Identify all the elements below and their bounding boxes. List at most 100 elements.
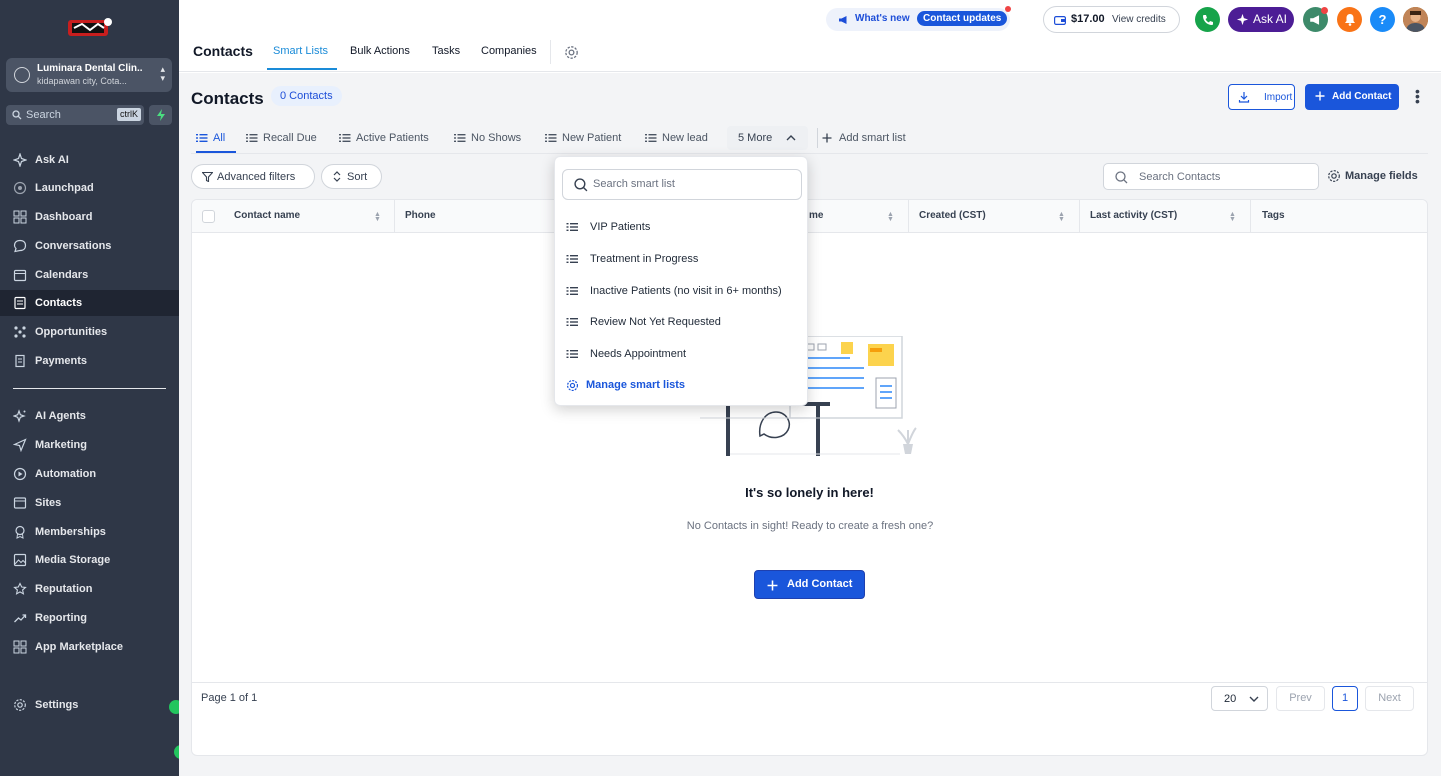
sidebar-item-sites[interactable]: Sites: [0, 490, 179, 516]
sidebar-item-label: Ask AI: [35, 154, 69, 166]
help-button[interactable]: ?: [1370, 7, 1395, 32]
page-number-button[interactable]: 1: [1332, 686, 1358, 711]
sort-icon[interactable]: ▲ ▼: [1229, 211, 1236, 223]
sidebar-item-marketing[interactable]: Marketing: [0, 432, 179, 458]
plus-icon: [1315, 91, 1325, 101]
chat-icon: [13, 239, 27, 253]
column-header-last-activity[interactable]: Last activity (CST): [1090, 210, 1177, 221]
whats-new-banner[interactable]: What's new Contact updates: [826, 6, 1011, 31]
tab-tasks[interactable]: Tasks: [432, 45, 460, 57]
sidebar-item-dashboard[interactable]: Dashboard: [0, 204, 179, 230]
user-avatar-icon: [1403, 7, 1428, 32]
dropdown-item-label: Inactive Patients (no visit in 6+ months…: [590, 285, 782, 297]
list-icon: [566, 255, 578, 263]
column-header-name[interactable]: me: [809, 210, 823, 221]
credits-button[interactable]: $17.00 View credits: [1043, 6, 1180, 33]
download-icon: [1238, 92, 1250, 103]
sidebar-item-launchpad[interactable]: Launchpad: [0, 175, 179, 201]
account-switcher[interactable]: Luminara Dental Clin... kidapawan city, …: [6, 58, 172, 92]
more-options-icon[interactable]: • • •: [1415, 84, 1420, 108]
prev-page-button[interactable]: Prev: [1276, 686, 1325, 711]
notification-dot: [1005, 6, 1011, 12]
sidebar-item-label: Reputation: [35, 583, 93, 595]
sidebar-item-calendars[interactable]: Calendars: [0, 262, 179, 288]
avatar[interactable]: [1403, 7, 1428, 32]
divider: [817, 128, 818, 148]
sort-icon[interactable]: ▲ ▼: [887, 211, 894, 223]
sparkle-icon: [13, 153, 27, 167]
quick-action-button[interactable]: [149, 105, 172, 125]
phone-button[interactable]: [1195, 7, 1220, 32]
column-divider: [1250, 200, 1251, 233]
sidebar-search[interactable]: Search ctrlK: [6, 105, 144, 125]
sidebar-item-opportunities[interactable]: Opportunities: [0, 319, 179, 345]
empty-add-contact-button[interactable]: Add Contact: [754, 570, 865, 599]
image-icon: [13, 553, 27, 567]
sidebar-item-settings[interactable]: Settings: [0, 692, 179, 718]
column-header-phone[interactable]: Phone: [405, 210, 436, 221]
sparkle-icon: [13, 409, 26, 423]
sidebar-item-ask-ai[interactable]: Ask AI: [0, 147, 179, 173]
list-icon: [566, 318, 578, 326]
column-header-contact-name[interactable]: Contact name: [234, 210, 300, 221]
search-placeholder: Search Contacts: [1139, 171, 1221, 183]
sidebar-item-automation[interactable]: Automation: [0, 461, 179, 487]
send-icon: [13, 438, 27, 452]
contacts-icon: [14, 296, 26, 310]
tab-companies[interactable]: Companies: [481, 45, 537, 57]
more-smart-lists-button[interactable]: 5 More: [727, 126, 808, 150]
smart-list-search-input[interactable]: Search smart list: [562, 169, 802, 200]
sort-icon[interactable]: ▲ ▼: [374, 211, 381, 223]
contacts-search-input[interactable]: Search Contacts: [1103, 163, 1319, 190]
megaphone-icon: [839, 16, 847, 24]
sort-icon[interactable]: ▲ ▼: [1058, 211, 1065, 223]
advanced-filters-button[interactable]: Advanced filters: [191, 164, 315, 189]
sidebar-item-reporting[interactable]: Reporting: [0, 605, 179, 631]
list-icon: [645, 134, 657, 142]
list-icon: [545, 134, 557, 142]
funnel-icon: [14, 326, 26, 338]
select-all-checkbox[interactable]: [202, 210, 215, 223]
calendar-icon: [13, 269, 27, 282]
announcements-button[interactable]: [1303, 7, 1328, 32]
notifications-button[interactable]: [1337, 7, 1362, 32]
page-size-select[interactable]: 20: [1211, 686, 1268, 711]
trend-icon: [14, 614, 27, 623]
page-info: Page 1 of 1: [201, 692, 258, 704]
sidebar-item-memberships[interactable]: Memberships: [0, 519, 179, 545]
gear-icon[interactable]: [564, 45, 579, 60]
megaphone-icon: [1310, 14, 1320, 25]
ask-ai-button[interactable]: Ask AI: [1228, 7, 1294, 32]
import-button[interactable]: Import: [1228, 84, 1295, 110]
sidebar-item-reputation[interactable]: Reputation: [0, 576, 179, 602]
tab-bulk-actions[interactable]: Bulk Actions: [350, 45, 410, 57]
sidebar-item-media-storage[interactable]: Media Storage: [0, 547, 179, 573]
contact-updates-badge: Contact updates: [917, 11, 1008, 26]
sidebar-item-label: Media Storage: [35, 554, 111, 566]
sidebar-item-conversations[interactable]: Conversations: [0, 233, 179, 259]
automation-icon: [13, 467, 27, 481]
sidebar-item-payments[interactable]: Payments: [0, 348, 179, 374]
chevron-up-icon: [786, 135, 796, 141]
next-page-button[interactable]: Next: [1365, 686, 1414, 711]
tab-active-indicator: [267, 68, 337, 70]
sidebar-item-app-marketplace[interactable]: App Marketplace: [0, 634, 179, 660]
company-logo[interactable]: [62, 14, 114, 44]
column-header-tags[interactable]: Tags: [1262, 210, 1285, 221]
sidebar-item-label: Reporting: [35, 612, 87, 624]
sidebar-item-ai-agents[interactable]: AI Agents: [0, 403, 179, 429]
account-name: Luminara Dental Clin...: [37, 63, 143, 74]
column-header-created[interactable]: Created (CST): [919, 210, 986, 221]
dropdown-item-label: Treatment in Progress: [590, 253, 699, 265]
contacts-count-badge: 0 Contacts: [271, 86, 342, 106]
add-contact-button[interactable]: Add Contact: [1305, 84, 1399, 110]
top-bar: Contacts Smart Lists Bulk Actions Tasks …: [179, 0, 1441, 72]
search-placeholder: Search smart list: [593, 178, 675, 190]
search-icon: [574, 178, 588, 192]
sidebar-item-contacts[interactable]: Contacts: [0, 290, 179, 316]
tab-smart-lists[interactable]: Smart Lists: [273, 45, 328, 57]
sidebar-item-label: Conversations: [35, 240, 112, 252]
list-icon: [246, 134, 258, 142]
sort-button[interactable]: Sort: [321, 164, 382, 189]
empty-state-subtitle: No Contacts in sight! Ready to create a …: [686, 520, 934, 532]
